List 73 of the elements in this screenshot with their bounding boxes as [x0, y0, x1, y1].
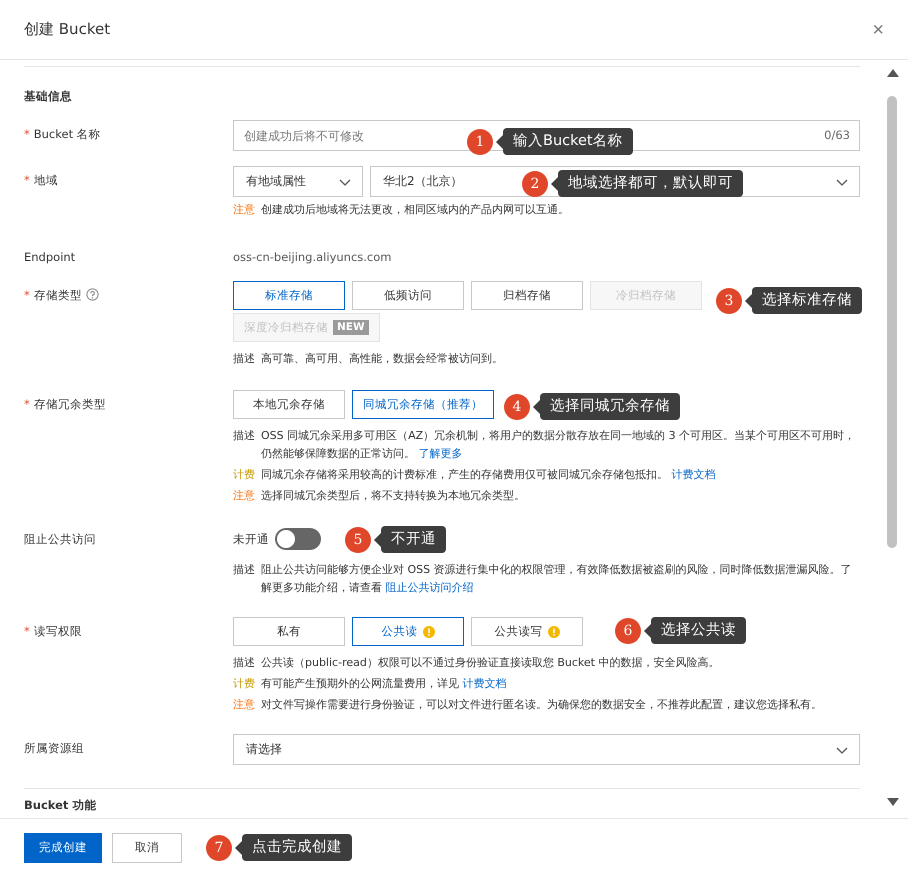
section-title: 基础信息 [23, 89, 73, 104]
note-text: 选择同城冗余类型后，将不支持转换为本地冗余类型。 [261, 488, 525, 504]
step-number: 4 [504, 394, 530, 420]
field-label: 地域 [34, 173, 58, 188]
note-text: 公共读（public-read）权限可以不通过身份验证直接读取您 Bucket 中的数据，安全风险高。 [261, 655, 720, 671]
step-tooltip: 选择同城冗余存储 [533, 393, 680, 420]
required-mark: * [24, 288, 30, 302]
field-label: 阻止公共访问 [24, 532, 96, 547]
option-button[interactable]: 归档存储 [471, 281, 583, 310]
option-button[interactable]: 标准存储 [233, 281, 345, 310]
note-tag: 描述 [233, 654, 255, 672]
section-title: Bucket 功能 [23, 798, 98, 813]
step-tooltip: 点击完成创建 [235, 834, 352, 861]
note-text: 创建成功后地域将无法更改，相同区域内的产品内网可以互通。 [261, 202, 569, 218]
note-text: 对文件写操作需要进行身份验证，可以对文件进行匿名读。为确保您的数据安全，不推荐此配置，建议您选择私有。 [261, 697, 822, 713]
step-number: 3 [716, 288, 742, 314]
field-label: 所属资源组 [24, 741, 84, 756]
step-tooltip: 不开通 [374, 526, 446, 553]
required-mark: * [24, 624, 30, 638]
note-text: 同城冗余存储将采用较高的计费标准，产生的存储费用仅可被同城冗余存储包抵扣。 计费文档 [261, 467, 716, 483]
resource-group-select[interactable]: 请选择 [233, 734, 860, 765]
option-button[interactable]: 本地冗余存储 [233, 390, 345, 419]
note-text: 阻止公共访问能够方便企业对 OSS 资源进行集中化的权限管理，有效降低数据被盗刷的风险，同时降低数据泄漏风险。了解更多功能介绍，请查看 阻止公共访问介绍 [261, 562, 853, 596]
required-mark: * [24, 127, 30, 141]
note-tag: 注意 [233, 487, 255, 505]
scroll-down-icon [886, 797, 900, 807]
switch-label: 未开通 [233, 532, 269, 546]
note-tag: 注意 [233, 696, 255, 714]
option-button[interactable]: 公共读写 [471, 617, 583, 646]
option-button[interactable]: 低频访问 [352, 281, 464, 310]
option-button[interactable]: 公共读 [352, 617, 464, 646]
toggle-switch[interactable] [275, 528, 321, 550]
step-tooltip: 选择标准存储 [745, 287, 862, 314]
required-mark: * [24, 397, 30, 411]
note-text: OSS 同城冗余采用多可用区（AZ）冗余机制，将用户的数据分散存放在同一地域的 3 个可用区。当某个可用区不可用时，仍然能够保障数据的正常访问。 了解更多 [261, 428, 856, 462]
note-tag: 描述 [233, 561, 255, 597]
note-tag: 描述 [233, 427, 255, 463]
doc-link[interactable]: 计费文档 [672, 468, 716, 481]
field-label: 读写权限 [34, 624, 82, 639]
field-label: Endpoint [24, 250, 76, 264]
field-label: 存储冗余类型 [34, 397, 106, 412]
create-button[interactable]: 完成创建 [24, 832, 102, 862]
character-counter: 0/63 [824, 128, 850, 142]
note-tag: 计费 [233, 466, 255, 484]
doc-link[interactable]: 阻止公共访问介绍 [386, 581, 474, 594]
warning-icon [422, 626, 434, 638]
note-tag: 注意 [233, 201, 255, 219]
note-text: 有可能产生预期外的公网流量费用，详见 计费文档 [261, 676, 506, 692]
dialog-title: 创建 Bucket [24, 20, 110, 39]
step-tooltip: 选择公共读 [644, 617, 746, 644]
option-button[interactable]: 私有 [233, 617, 345, 646]
doc-link[interactable]: 计费文档 [462, 677, 506, 690]
note-tag: 描述 [233, 350, 255, 368]
close-button[interactable]: × [872, 20, 884, 40]
doc-link[interactable]: 了解更多 [418, 447, 462, 460]
endpoint-value: oss-cn-beijing.aliyuncs.com [233, 249, 392, 264]
option-button[interactable]: 同城冗余存储（推荐） [352, 390, 494, 419]
scrollbar-thumb[interactable] [887, 96, 897, 548]
field-label: Bucket 名称 [34, 127, 101, 142]
step-tooltip: 地域选择都可，默认即可 [551, 170, 743, 197]
cancel-button[interactable]: 取消 [112, 832, 182, 862]
select-placeholder: 请选择 [246, 741, 282, 758]
step-tooltip: 输入Bucket名称 [496, 128, 633, 155]
warning-icon [548, 626, 560, 638]
note-tag: 计费 [233, 675, 255, 693]
required-mark: * [24, 173, 30, 187]
note-text: 高可靠、高可用、高性能，数据会经常被访问到。 [261, 351, 503, 367]
scroll-up-icon [886, 68, 900, 78]
step-number: 5 [345, 526, 371, 552]
step-number: 6 [615, 618, 641, 644]
region-select[interactable]: 有地域属性 [233, 166, 363, 197]
new-badge: NEW [333, 320, 369, 335]
field-label: 存储类型 [34, 288, 82, 303]
